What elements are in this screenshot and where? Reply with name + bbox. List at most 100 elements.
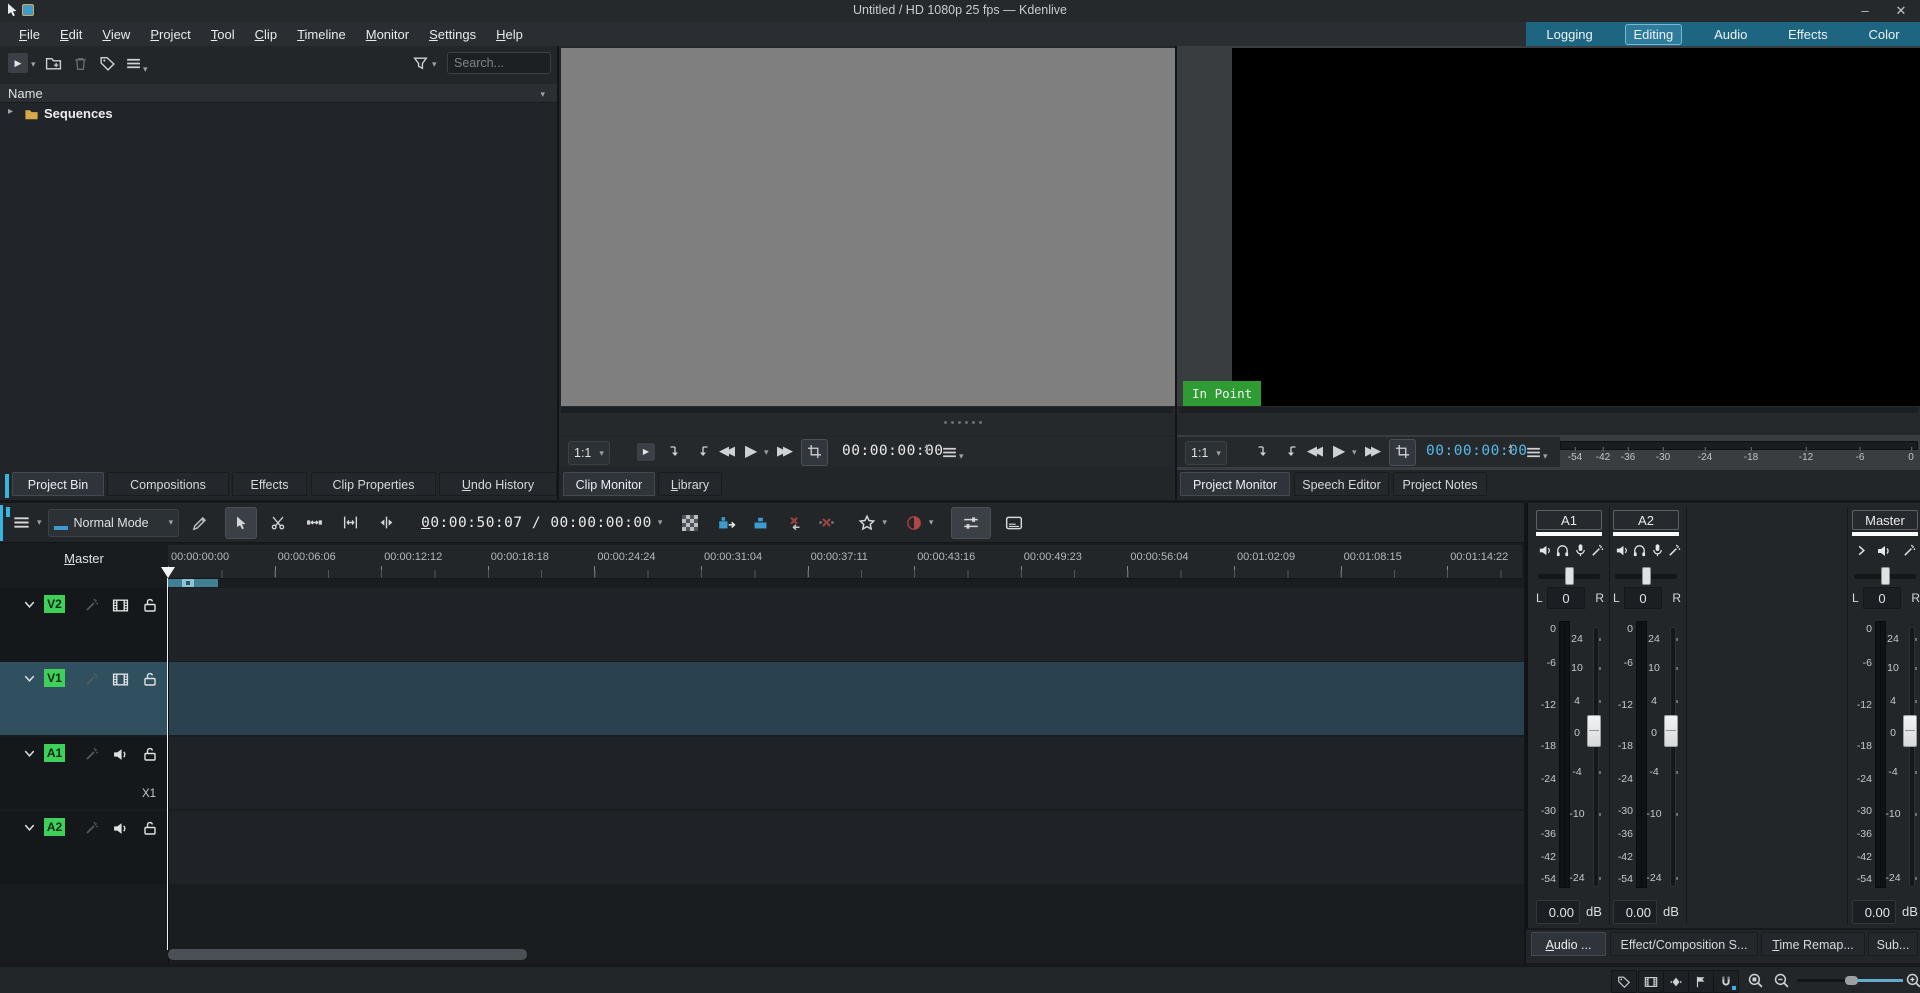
menu-item[interactable]: Tool: [202, 25, 244, 44]
timeline-menu-icon[interactable]: [12, 513, 31, 532]
play-dropdown-caret[interactable]: ▾: [764, 447, 769, 458]
volume-fader-handle[interactable]: [1587, 715, 1601, 747]
create-folder-icon[interactable]: [45, 55, 62, 72]
filter-dropdown-caret[interactable]: ▾: [432, 59, 437, 70]
channel-label[interactable]: Master: [1852, 510, 1918, 530]
zone-crop-button[interactable]: [801, 439, 828, 466]
mute-icon[interactable]: [1876, 543, 1892, 559]
mute-track-icon[interactable]: [112, 820, 129, 837]
set-in-point-icon[interactable]: [667, 444, 683, 460]
extract-zone-icon[interactable]: [784, 513, 803, 532]
search-input[interactable]: [447, 52, 551, 74]
monitor-headphones-icon[interactable]: [1632, 543, 1647, 558]
menu-item[interactable]: Settings: [420, 25, 485, 44]
timeline-zone-bar[interactable]: [168, 579, 218, 587]
hide-track-icon[interactable]: [112, 597, 129, 614]
tab-undo-history[interactable]: Undo History: [439, 472, 557, 496]
track-badge[interactable]: V2: [44, 595, 65, 613]
mix-clips-button[interactable]: [371, 508, 401, 538]
project-monitor-seekbar[interactable]: [1177, 406, 1920, 435]
lock-track-icon[interactable]: [142, 820, 158, 836]
lift-zone-icon[interactable]: [817, 513, 836, 532]
rewind-icon[interactable]: ◀◀: [719, 443, 731, 459]
clip-monitor-video-area[interactable]: [561, 48, 1175, 406]
effects-wand-icon[interactable]: [1667, 543, 1682, 558]
clip-zoom-combo[interactable]: 1:1▾: [568, 441, 610, 465]
hide-track-icon[interactable]: [112, 671, 129, 688]
timecode-spinner[interactable]: ▲▼: [923, 444, 930, 456]
track-area-v2[interactable]: [169, 588, 1524, 661]
lock-track-icon[interactable]: [142, 671, 158, 687]
track-area-v1[interactable]: [169, 662, 1524, 735]
channel-label[interactable]: A2: [1613, 510, 1679, 530]
collapse-track-icon[interactable]: [22, 597, 37, 612]
timeline-position-timecode[interactable]: 00:00:50:07 / 00:00:00:00: [421, 515, 652, 531]
tab-project-notes[interactable]: Project Notes: [1393, 472, 1487, 496]
add-clip-dropdown-icon[interactable]: ▾: [31, 59, 36, 70]
edit-mode-combo[interactable]: Normal Mode ▾: [48, 509, 180, 537]
monitor-headphones-icon[interactable]: [1555, 543, 1570, 558]
track-header-a1[interactable]: A1 X1: [0, 737, 168, 809]
track-effects-icon[interactable]: [84, 746, 100, 762]
track-effects-icon[interactable]: [84, 820, 100, 836]
menu-item[interactable]: Edit: [51, 25, 91, 44]
rewind-icon[interactable]: ◀◀: [1307, 443, 1319, 459]
pan-handle[interactable]: [1881, 567, 1890, 585]
channel-label[interactable]: A1: [1536, 510, 1602, 530]
forward-icon[interactable]: ▶▶: [1365, 443, 1377, 459]
play-icon[interactable]: ▶: [1333, 441, 1345, 461]
tab-time-remapping[interactable]: Time Remap...: [1761, 932, 1865, 956]
tab-clip-monitor[interactable]: Clip Monitor: [563, 472, 655, 496]
track-area-a1[interactable]: [169, 737, 1524, 809]
fit-zoom-button[interactable]: [335, 508, 365, 538]
record-caret[interactable]: ▾: [929, 517, 934, 528]
monitor-menu-caret[interactable]: ▾: [1543, 451, 1548, 462]
lock-track-icon[interactable]: [142, 597, 158, 613]
audio-thumbnails-toggle[interactable]: [1663, 970, 1689, 993]
effects-wand-icon[interactable]: [1590, 543, 1605, 558]
menu-item[interactable]: File: [10, 25, 49, 44]
zone-crop-button[interactable]: [1389, 439, 1416, 466]
volume-fader-track[interactable]: [1670, 627, 1676, 887]
record-mic-icon[interactable]: [1650, 543, 1665, 558]
tab-audio-mixer[interactable]: Audio ...: [1531, 932, 1606, 956]
timeline-edit-mode-icon[interactable]: [191, 514, 209, 532]
tab-project-monitor[interactable]: Project Monitor: [1180, 472, 1290, 496]
overwrite-zone-icon[interactable]: [751, 513, 770, 532]
tab-effects[interactable]: Effects: [232, 472, 307, 496]
splitter-handle[interactable]: [944, 421, 982, 424]
expand-chevron-icon[interactable]: [1854, 543, 1869, 558]
timecode-spinner[interactable]: ▲▼: [1507, 444, 1514, 456]
volume-fader-track[interactable]: [1593, 627, 1599, 887]
project-monitor-seek-groove[interactable]: [1179, 407, 1918, 413]
favorites-caret[interactable]: ▾: [882, 517, 887, 528]
tab-speech-editor[interactable]: Speech Editor: [1294, 472, 1389, 496]
workspace-tab-audio[interactable]: Audio: [1705, 24, 1756, 45]
menu-item[interactable]: View: [93, 25, 139, 44]
play-dropdown-caret[interactable]: ▾: [1352, 447, 1357, 458]
list-item[interactable]: ▸ Sequences: [0, 106, 557, 124]
play-icon[interactable]: ▶: [745, 441, 757, 461]
zone-handle[interactable]: [182, 579, 194, 587]
menu-item[interactable]: Help: [487, 25, 532, 44]
volume-fader-track[interactable]: [1909, 627, 1915, 887]
lock-track-icon[interactable]: [142, 746, 158, 762]
video-thumbnails-toggle[interactable]: [1638, 970, 1664, 993]
snap-magnet-toggle[interactable]: [1713, 970, 1739, 993]
pan-handle[interactable]: [1642, 567, 1651, 585]
track-badge[interactable]: A2: [44, 818, 65, 836]
tag-info-toggle[interactable]: [1611, 970, 1637, 993]
balance-value[interactable]: 0: [1863, 587, 1901, 609]
bin-view-menu-caret[interactable]: ▾: [143, 64, 148, 75]
pan-handle[interactable]: [1565, 567, 1574, 585]
tab-compositions[interactable]: Compositions: [107, 472, 229, 496]
clip-zone-icon[interactable]: ▶: [637, 443, 655, 461]
delete-icon[interactable]: [72, 55, 89, 72]
project-monitor-video-area[interactable]: [1232, 48, 1920, 406]
menu-item[interactable]: Timeline: [288, 25, 355, 44]
razor-tool-button[interactable]: [263, 508, 293, 538]
monitor-menu-icon[interactable]: [941, 444, 958, 461]
tab-subtitles[interactable]: Sub...: [1868, 932, 1918, 956]
zoom-in-icon[interactable]: [1905, 972, 1920, 989]
collapse-track-icon[interactable]: [22, 671, 37, 686]
